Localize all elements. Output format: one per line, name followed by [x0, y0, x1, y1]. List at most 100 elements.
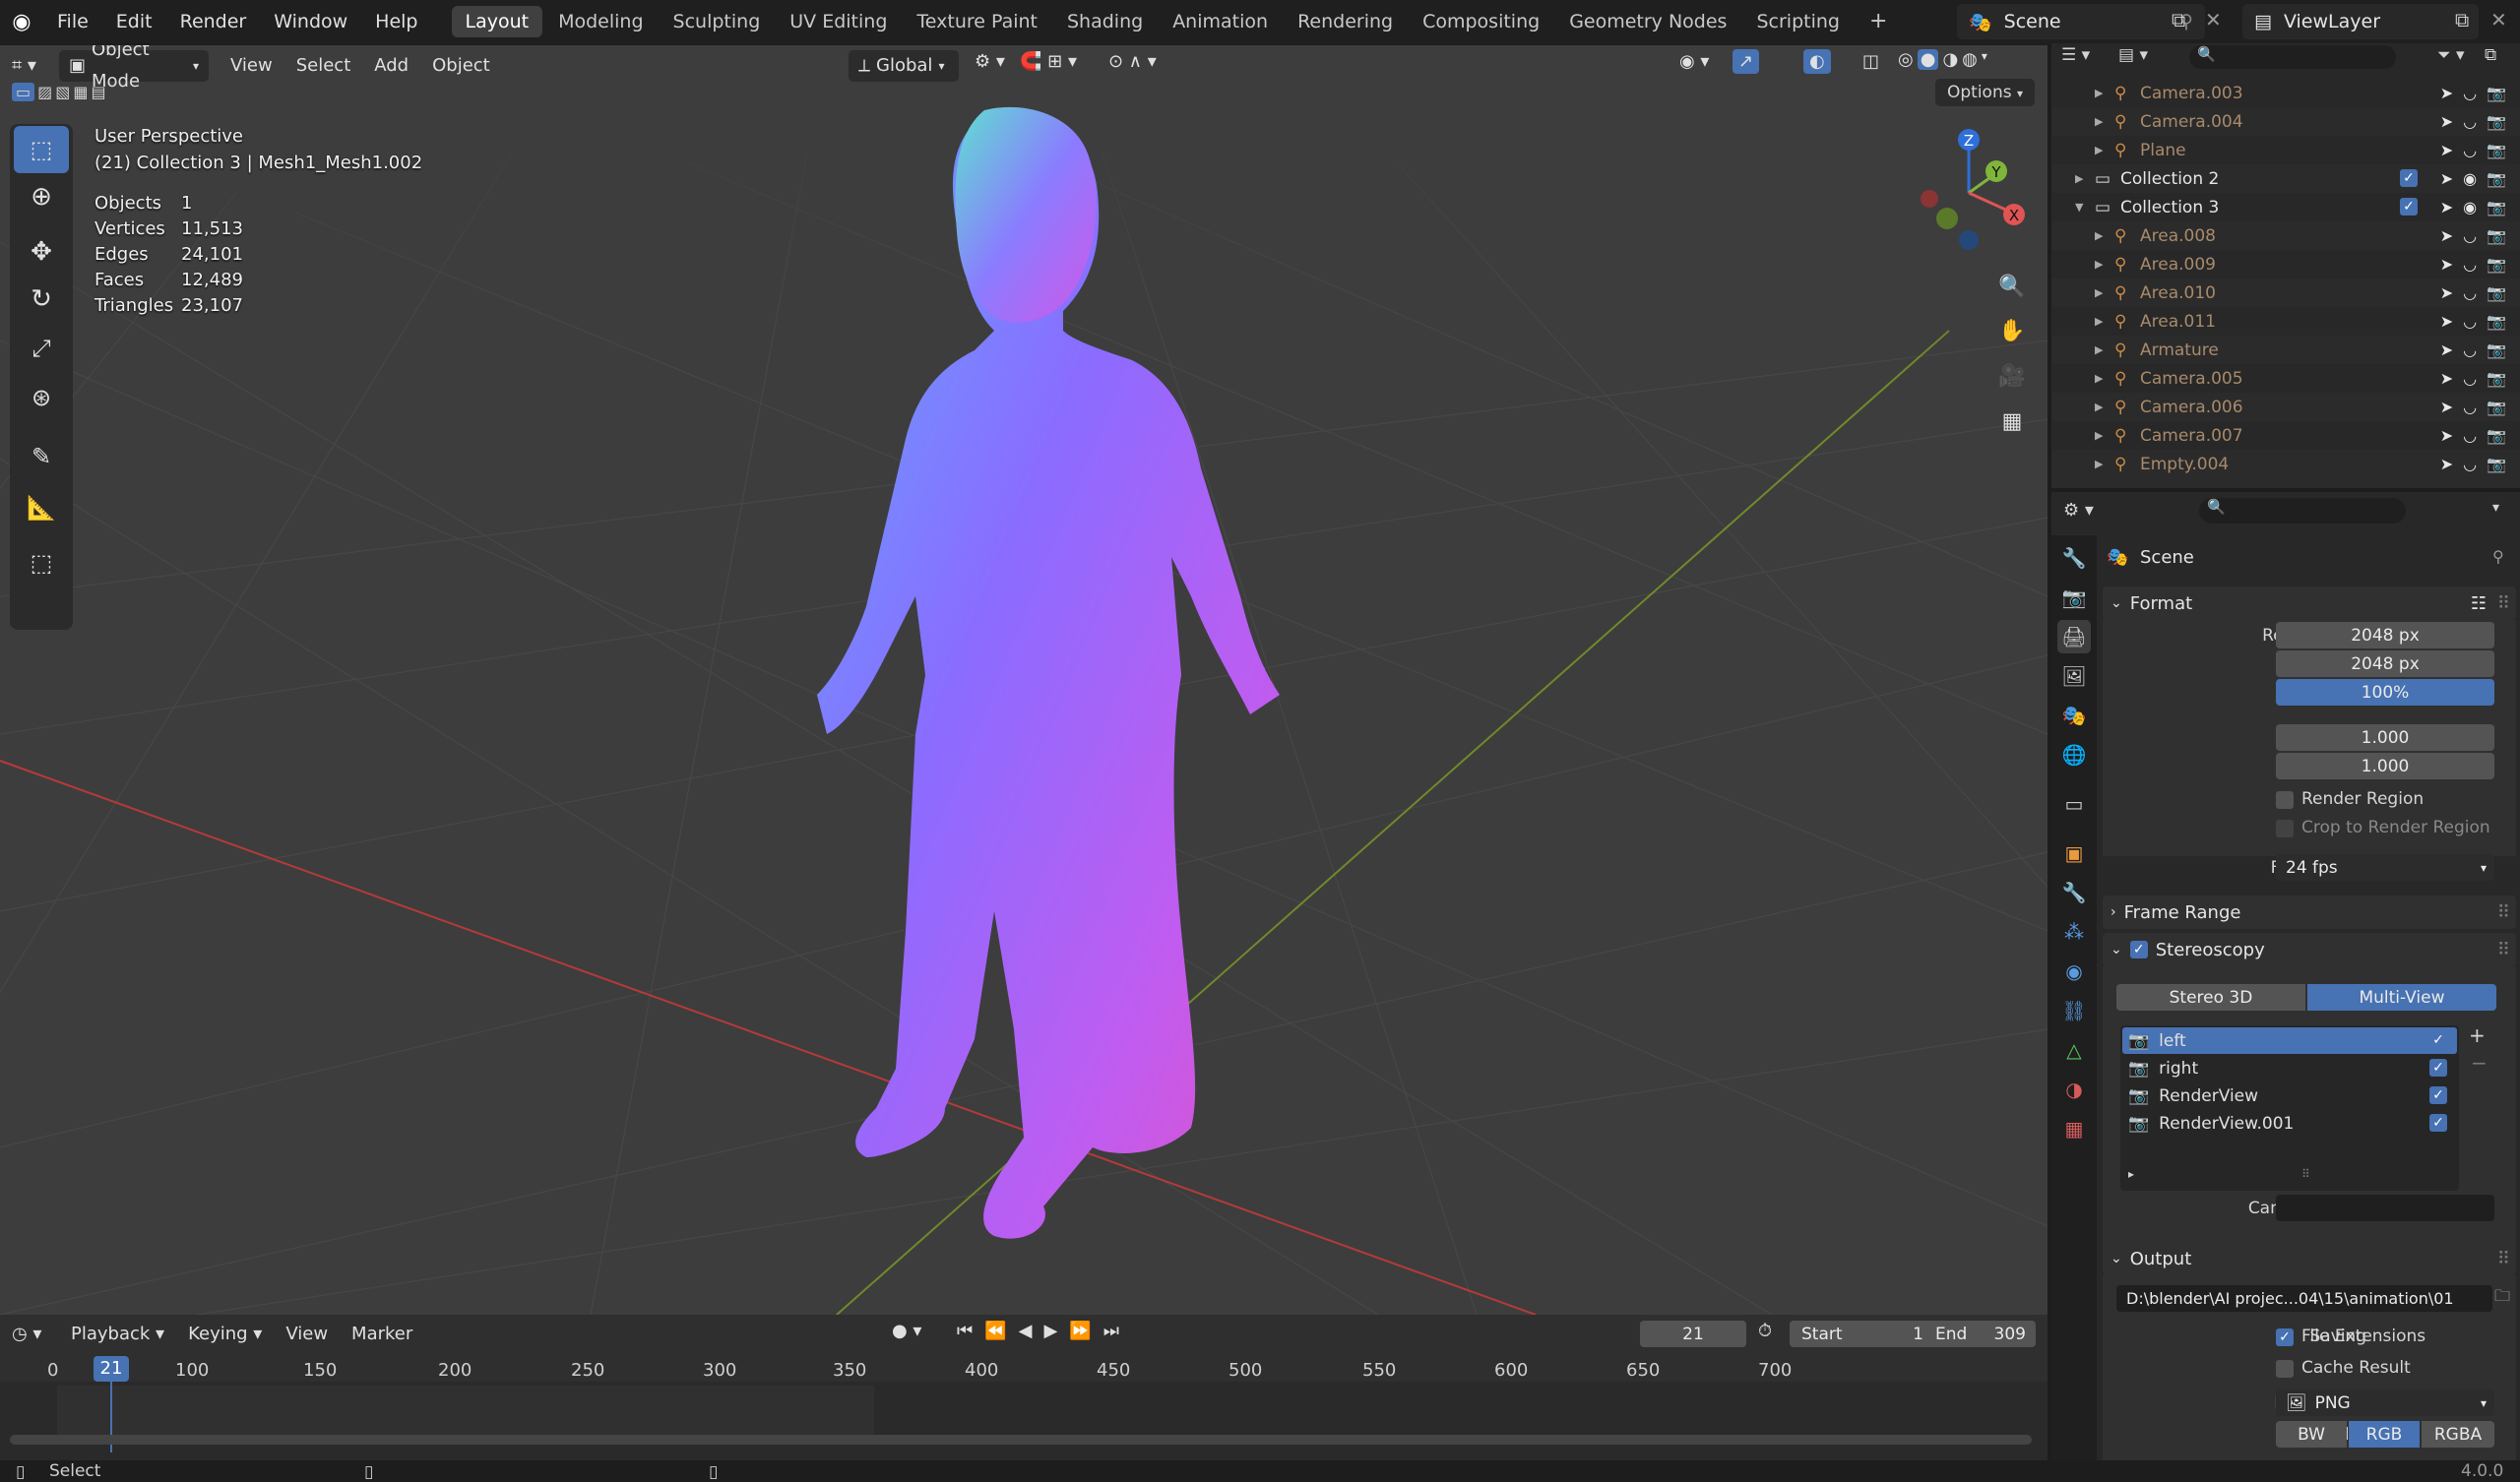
particles-tab-icon[interactable]: ⁂: [2057, 915, 2091, 949]
render-camera-icon[interactable]: 📷: [2487, 426, 2506, 445]
aspect-x-field[interactable]: 1.000: [2276, 724, 2494, 751]
tab-animation[interactable]: Animation: [1159, 6, 1282, 37]
outliner-object-row[interactable]: ▶ ⚲ Camera.006 ➤ ◡ 📷: [2051, 393, 2520, 421]
render-camera-icon[interactable]: 📷: [2487, 369, 2506, 388]
drag-handle-icon[interactable]: ⠿: [2497, 940, 2510, 960]
menu-render[interactable]: Render: [166, 0, 261, 43]
transform-tool-icon[interactable]: ⊛: [14, 374, 69, 421]
drag-handle-icon[interactable]: ⠿: [2497, 1249, 2510, 1269]
add-view-icon[interactable]: +: [2469, 1023, 2486, 1047]
navigation-gizmo[interactable]: Z Y X: [1910, 124, 2028, 252]
menu-view[interactable]: View: [219, 50, 284, 82]
selectable-icon[interactable]: ➤: [2440, 312, 2453, 331]
render-camera-icon[interactable]: 📷: [2487, 340, 2506, 359]
visibility-icon[interactable]: ◡: [2463, 398, 2477, 416]
tab-uv-editing[interactable]: UV Editing: [776, 6, 901, 37]
expand-arrow-icon[interactable]: ▶: [2075, 172, 2083, 185]
tab-scripting[interactable]: Scripting: [1742, 6, 1854, 37]
outliner-object-row[interactable]: ▶ ⚲ Area.008 ➤ ◡ 📷: [2051, 221, 2520, 250]
visibility-icon[interactable]: ◉: [2463, 198, 2477, 216]
visibility-icon[interactable]: ◉ ▾: [1679, 51, 1709, 72]
rendered-shading-icon[interactable]: ◍: [1962, 49, 1978, 70]
select-intersect-icon[interactable]: ▤: [92, 83, 106, 101]
jump-start-icon[interactable]: ⏮: [957, 1321, 973, 1341]
stereoscopy-panel-header[interactable]: ⌄ ✓ Stereoscopy ⠿: [2103, 933, 2516, 966]
properties-options-icon[interactable]: ▾: [2492, 500, 2499, 516]
outliner-collection-row[interactable]: ▼ ▭ Collection 3 ✓ ➤ ◉ 📷: [2051, 193, 2520, 221]
view-enabled-checkbox[interactable]: ✓: [2429, 1114, 2447, 1132]
menu-select[interactable]: Select: [284, 50, 363, 82]
display-mode-icon[interactable]: ▤ ▾: [2118, 45, 2148, 65]
expand-arrow-icon[interactable]: ▶: [2095, 372, 2103, 385]
data-tab-icon[interactable]: △: [2057, 1033, 2091, 1067]
move-tool-icon[interactable]: ✥: [14, 228, 69, 276]
render-camera-icon[interactable]: 📷: [2487, 226, 2506, 245]
folder-icon[interactable]: 🗀: [2494, 1285, 2516, 1312]
select-invert-icon[interactable]: ▦: [73, 83, 88, 101]
select-box-tool-icon[interactable]: ⬚: [14, 126, 69, 173]
menu-edit[interactable]: Edit: [102, 0, 166, 43]
visibility-icon[interactable]: ◡: [2463, 283, 2477, 302]
view-list-item[interactable]: 📷 RenderView.001 ✓: [2122, 1110, 2457, 1137]
visibility-icon[interactable]: ◡: [2463, 84, 2477, 102]
proportional-edit-icon[interactable]: ⊙ ∧ ▾: [1108, 51, 1157, 72]
render-region-checkbox[interactable]: [2276, 791, 2294, 809]
menu-add[interactable]: Add: [362, 50, 420, 82]
menu-marker[interactable]: Marker: [340, 1319, 424, 1350]
pivot-icon[interactable]: ⚙ ▾: [975, 51, 1005, 72]
selectable-icon[interactable]: ➤: [2440, 84, 2453, 102]
delete-view-layer-icon[interactable]: ✕: [2490, 8, 2507, 31]
jump-end-icon[interactable]: ⏭: [1103, 1321, 1119, 1341]
file-format-dropdown[interactable]: 🖼 PNG ▾: [2276, 1389, 2494, 1416]
view-layer-selector[interactable]: ▤ ViewLayer: [2242, 4, 2479, 39]
stereoscopy-checkbox[interactable]: ✓: [2129, 941, 2148, 958]
expand-arrow-icon[interactable]: ▶: [2095, 286, 2103, 299]
outliner-editor-icon[interactable]: ☰ ▾: [2061, 45, 2090, 65]
camera-suffix-input[interactable]: [2276, 1195, 2494, 1221]
tab-rendering[interactable]: Rendering: [1284, 6, 1407, 37]
view-enabled-checkbox[interactable]: ✓: [2429, 1031, 2447, 1049]
zoom-icon[interactable]: 🔍: [1992, 267, 2032, 306]
start-frame-field[interactable]: Start 1: [1790, 1321, 1935, 1347]
resolution-x-field[interactable]: 2048 px: [2276, 622, 2494, 648]
stopwatch-icon[interactable]: ⏱: [1758, 1321, 1772, 1341]
select-mode-icons[interactable]: ▭ ▨ ▧ ▦ ▤: [12, 83, 106, 101]
rotate-tool-icon[interactable]: ↻: [14, 276, 69, 323]
3d-viewport[interactable]: ⌗ ▾ ▣ Object Mode ▾ View Select Add Obje…: [0, 45, 2048, 1315]
delete-scene-icon[interactable]: ✕: [2205, 8, 2222, 31]
crop-region-checkbox[interactable]: [2276, 820, 2294, 837]
cache-result-checkbox[interactable]: [2276, 1360, 2294, 1378]
outliner-object-row[interactable]: ▶ ⚲ Empty.004 ➤ ◡ 📷: [2051, 450, 2520, 478]
frame-rate-dropdown[interactable]: 24 fps ▾: [2276, 854, 2494, 881]
outliner-object-row[interactable]: ▶ ⚲ Camera.003 ➤ ◡ 📷: [2051, 79, 2520, 107]
selectable-icon[interactable]: ➤: [2440, 198, 2453, 216]
menu-help[interactable]: Help: [361, 0, 431, 43]
shading-modes[interactable]: ◎ ● ◑ ◍ ▾: [1898, 49, 1987, 70]
new-view-layer-icon[interactable]: ⧉: [2455, 8, 2469, 31]
gizmo-toggle-icon[interactable]: ↗: [1732, 49, 1760, 74]
render-camera-icon[interactable]: 📷: [2487, 455, 2506, 473]
tool-tab-icon[interactable]: 🔧: [2057, 541, 2091, 575]
view-enabled-checkbox[interactable]: ✓: [2429, 1086, 2447, 1104]
tab-compositing[interactable]: Compositing: [1409, 6, 1553, 37]
filter-icon[interactable]: ⏷ ▾: [2437, 45, 2465, 65]
view-list-item[interactable]: 📷 RenderView ✓: [2122, 1082, 2457, 1109]
outliner-search-input[interactable]: 🔍: [2189, 45, 2396, 69]
render-camera-icon[interactable]: 📷: [2487, 255, 2506, 274]
tab-sculpting[interactable]: Sculpting: [660, 6, 775, 37]
render-camera-icon[interactable]: 📷: [2487, 112, 2506, 131]
file-extensions-checkbox[interactable]: ✓: [2276, 1328, 2294, 1346]
outliner-object-row[interactable]: ▶ ⚲ Camera.005 ➤ ◡ 📷: [2051, 364, 2520, 393]
render-camera-icon[interactable]: 📷: [2487, 283, 2506, 302]
visibility-icon[interactable]: ◡: [2463, 312, 2477, 331]
selectable-icon[interactable]: ➤: [2440, 283, 2453, 302]
playhead[interactable]: 21: [94, 1356, 129, 1382]
stereo-3d-button[interactable]: Stereo 3D: [2116, 984, 2305, 1011]
scene-selector[interactable]: 🎭 Scene ⚲: [1957, 4, 2205, 39]
menu-window[interactable]: Window: [260, 0, 361, 43]
scale-tool-icon[interactable]: ⤢: [14, 325, 69, 372]
tab-modeling[interactable]: Modeling: [544, 6, 657, 37]
menu-keying[interactable]: Keying ▾: [176, 1319, 274, 1350]
output-tab-icon[interactable]: 🖨: [2057, 620, 2091, 653]
format-panel-header[interactable]: ⌄ Format ☷ ⠿: [2103, 587, 2516, 620]
